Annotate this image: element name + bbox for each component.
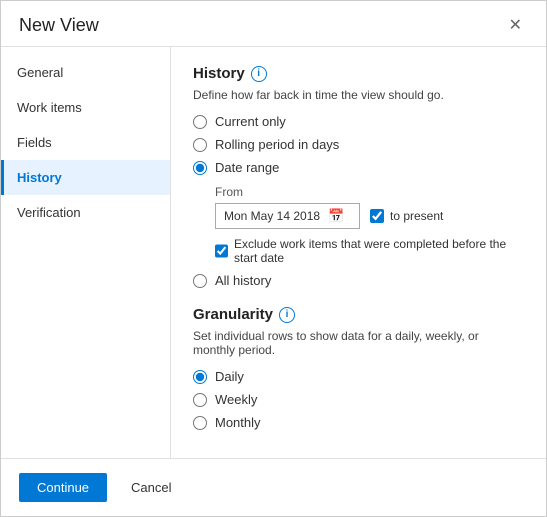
radio-daily-input[interactable] <box>193 370 207 384</box>
sidebar-item-verification[interactable]: Verification <box>1 195 170 230</box>
radio-monthly-input[interactable] <box>193 416 207 430</box>
from-label: From <box>215 185 524 199</box>
radio-current-only[interactable]: Current only <box>193 114 524 129</box>
radio-rolling-period-input[interactable] <box>193 138 207 152</box>
dialog-body: General Work items Fields History Verifi… <box>1 47 546 458</box>
exclude-label: Exclude work items that were completed b… <box>234 237 524 265</box>
radio-current-only-input[interactable] <box>193 115 207 129</box>
history-info-icon[interactable]: i <box>251 66 267 82</box>
granularity-info-icon[interactable]: i <box>279 307 295 323</box>
granularity-section: Granularity i Set individual rows to sho… <box>193 306 524 430</box>
to-present-row: to present <box>370 209 443 223</box>
to-present-label: to present <box>390 209 443 223</box>
radio-weekly[interactable]: Weekly <box>193 392 524 407</box>
sidebar-item-work-items[interactable]: Work items <box>1 90 170 125</box>
history-description: Define how far back in time the view sho… <box>193 88 524 102</box>
to-present-checkbox[interactable] <box>370 209 384 223</box>
granularity-options: Daily Weekly Monthly <box>193 369 524 430</box>
date-row: Mon May 14 2018 📅 to present <box>215 203 524 229</box>
date-input-field[interactable]: Mon May 14 2018 📅 <box>215 203 360 229</box>
date-range-section: From Mon May 14 2018 📅 to present Exclud… <box>215 185 524 265</box>
radio-date-range-input[interactable] <box>193 161 207 175</box>
radio-monthly[interactable]: Monthly <box>193 415 524 430</box>
exclude-checkbox[interactable] <box>215 244 228 258</box>
radio-all-history[interactable]: All history <box>193 273 524 288</box>
dialog-header: New View ✕ <box>1 1 546 47</box>
sidebar-item-general[interactable]: General <box>1 55 170 90</box>
dialog-title: New View <box>19 15 99 36</box>
cancel-button[interactable]: Cancel <box>117 473 185 502</box>
granularity-description: Set individual rows to show data for a d… <box>193 329 524 357</box>
exclude-row: Exclude work items that were completed b… <box>215 237 524 265</box>
radio-date-range[interactable]: Date range <box>193 160 524 175</box>
radio-all-history-input[interactable] <box>193 274 207 288</box>
continue-button[interactable]: Continue <box>19 473 107 502</box>
sidebar-item-history[interactable]: History <box>1 160 170 195</box>
dialog-footer: Continue Cancel <box>1 458 546 516</box>
main-content: History i Define how far back in time th… <box>171 47 546 458</box>
date-value: Mon May 14 2018 <box>224 209 320 223</box>
new-view-dialog: New View ✕ General Work items Fields His… <box>0 0 547 517</box>
history-section-title: History i <box>193 65 524 82</box>
all-history-option: All history <box>193 273 524 288</box>
sidebar-item-fields[interactable]: Fields <box>1 125 170 160</box>
history-options: Current only Rolling period in days Date… <box>193 114 524 175</box>
close-button[interactable]: ✕ <box>503 16 528 36</box>
radio-daily[interactable]: Daily <box>193 369 524 384</box>
granularity-section-title: Granularity i <box>193 306 524 323</box>
radio-weekly-input[interactable] <box>193 393 207 407</box>
calendar-icon: 📅 <box>328 208 344 224</box>
sidebar: General Work items Fields History Verifi… <box>1 47 171 458</box>
radio-rolling-period[interactable]: Rolling period in days <box>193 137 524 152</box>
